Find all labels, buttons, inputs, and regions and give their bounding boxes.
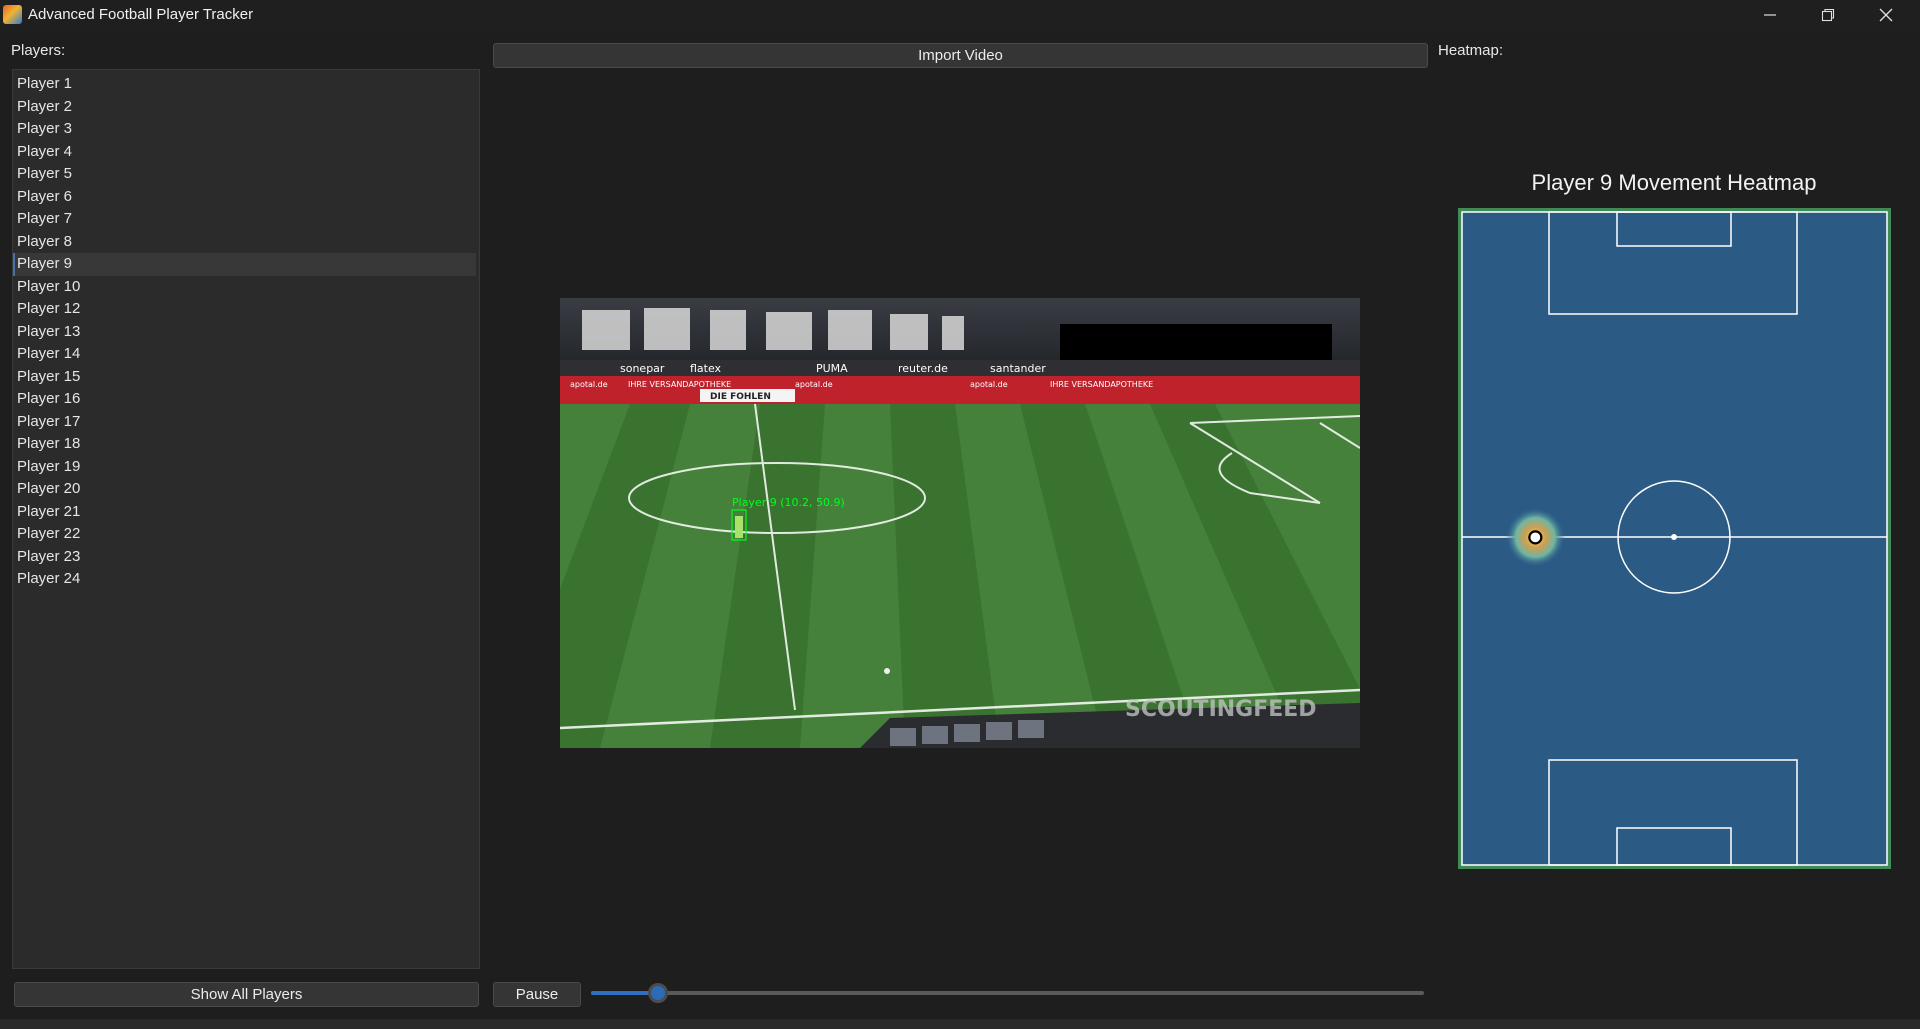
title-bar: Advanced Football Player Tracker xyxy=(0,0,1920,30)
player-list-item[interactable]: Player 5 xyxy=(13,163,476,186)
player-list-item[interactable]: Player 20 xyxy=(13,478,476,501)
player-list-item[interactable]: Player 7 xyxy=(13,208,476,231)
svg-text:apotal.de: apotal.de xyxy=(570,380,608,389)
restore-button[interactable] xyxy=(1799,0,1857,30)
player-list-item[interactable]: Player 9 xyxy=(13,253,476,276)
player-list-item[interactable]: Player 17 xyxy=(13,411,476,434)
svg-text:apotal.de: apotal.de xyxy=(795,380,833,389)
app-logo-icon xyxy=(3,5,22,24)
player-list-item[interactable]: Player 23 xyxy=(13,546,476,569)
close-icon xyxy=(1879,8,1893,22)
player-list-item[interactable]: Player 21 xyxy=(13,501,476,524)
player-list-item[interactable]: Player 4 xyxy=(13,141,476,164)
svg-text:sonepar: sonepar xyxy=(620,362,665,375)
player-list-item[interactable]: Player 6 xyxy=(13,186,476,209)
close-button[interactable] xyxy=(1857,0,1915,30)
player-list-item[interactable]: Player 14 xyxy=(13,343,476,366)
player-list-item[interactable]: Player 3 xyxy=(13,118,476,141)
scoutingfeed-watermark: SCOUTINGFEED xyxy=(1125,697,1317,722)
player-position-marker xyxy=(1528,530,1543,545)
minimize-button[interactable] xyxy=(1741,0,1799,30)
svg-text:PUMA: PUMA xyxy=(816,362,848,375)
redacted-block xyxy=(1060,324,1332,360)
players-label: Players: xyxy=(11,42,66,59)
heatmap-label: Heatmap: xyxy=(1438,42,1504,59)
video-frame[interactable]: sonepar flatex PUMA reuter.de santander … xyxy=(560,298,1360,748)
player-list-item[interactable]: Player 16 xyxy=(13,388,476,411)
player-list-item[interactable]: Player 18 xyxy=(13,433,476,456)
restore-icon xyxy=(1821,8,1835,22)
player-list-item[interactable]: Player 1 xyxy=(13,73,476,96)
player-list-item[interactable]: Player 13 xyxy=(13,321,476,344)
import-video-button[interactable]: Import Video xyxy=(493,43,1428,68)
ball xyxy=(884,668,890,674)
player-list-item[interactable]: Player 12 xyxy=(13,298,476,321)
die-fohlen-banner: DIE FOHLEN xyxy=(710,392,771,402)
players-list[interactable]: Player 1 Player 2 Player 3 Player 4 Player 5… xyxy=(12,69,480,969)
player-list-item[interactable]: Player 22 xyxy=(13,523,476,546)
svg-text:IHRE VERSANDAPOTHEKE: IHRE VERSANDAPOTHEKE xyxy=(628,380,731,389)
status-bar xyxy=(0,1019,1920,1029)
show-all-players-button[interactable]: Show All Players xyxy=(14,982,479,1007)
player-list-item[interactable]: Player 2 xyxy=(13,96,476,119)
svg-text:apotal.de: apotal.de xyxy=(970,380,1008,389)
pause-button[interactable]: Pause xyxy=(493,982,581,1007)
minimize-icon xyxy=(1764,14,1776,16)
svg-text:flatex: flatex xyxy=(690,362,722,375)
player-list-item[interactable]: Player 10 xyxy=(13,276,476,299)
player-list-item[interactable]: Player 8 xyxy=(13,231,476,254)
svg-text:santander: santander xyxy=(990,362,1046,375)
svg-text:IHRE VERSANDAPOTHEKE: IHRE VERSANDAPOTHEKE xyxy=(1050,380,1153,389)
svg-text:reuter.de: reuter.de xyxy=(898,362,948,375)
window-title: Advanced Football Player Tracker xyxy=(28,6,254,23)
player-list-item[interactable]: Player 19 xyxy=(13,456,476,479)
heatmap-title: Player 9 Movement Heatmap xyxy=(1531,170,1817,195)
heatmap-pitch xyxy=(1458,208,1891,869)
player-overlay-label: Player 9 (10.2, 50.9) xyxy=(732,496,845,509)
player-list-item[interactable]: Player 15 xyxy=(13,366,476,389)
video-slider[interactable] xyxy=(591,983,1424,1003)
video-slider-handle[interactable] xyxy=(647,983,668,1003)
player-list-item[interactable]: Player 24 xyxy=(13,568,476,591)
